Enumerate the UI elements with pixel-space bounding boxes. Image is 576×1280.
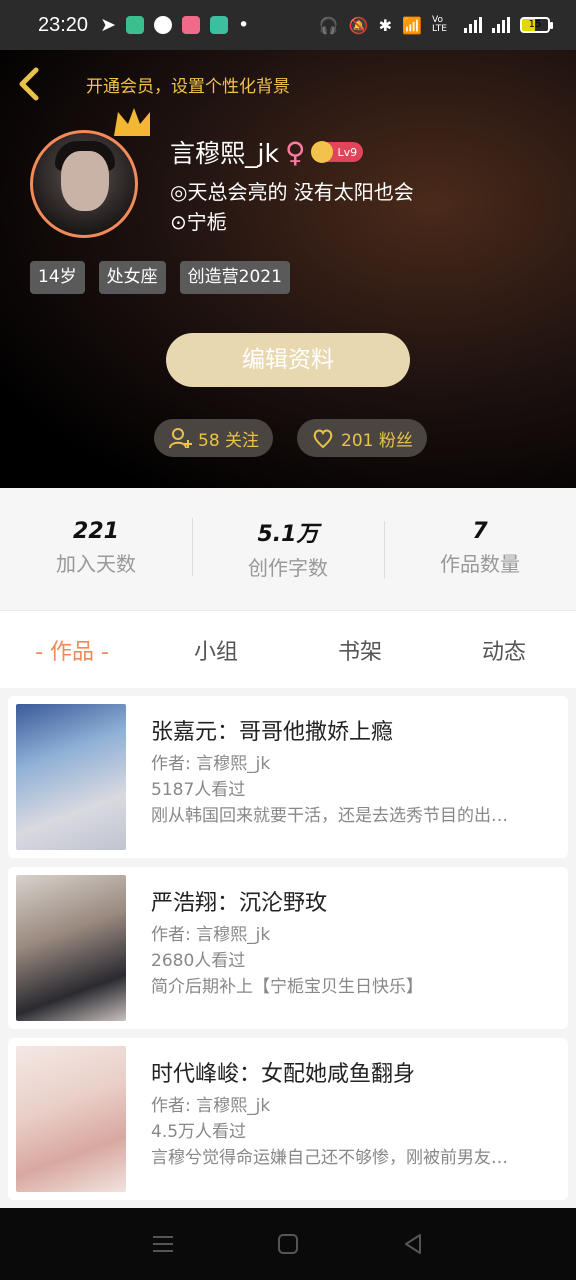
list-item[interactable]: 张嘉元：哥哥他撒娇上瘾 作者: 言穆熙_jk 5187人看过 刚从韩国回来就要干… xyxy=(8,696,568,858)
status-bar: 23:20 ➤ • 🎧 🔕 ✱ 📶 Vo LTE 15 xyxy=(0,0,576,50)
profile-location: ⊙宁栀 xyxy=(170,210,227,234)
work-title: 时代峰峻：女配她咸鱼翻身 xyxy=(151,1062,416,1087)
volte-label: Vo LTE xyxy=(432,15,447,34)
menu-icon[interactable] xyxy=(152,1234,174,1254)
add-user-icon xyxy=(169,428,192,449)
edit-profile-button[interactable]: 编辑资料 xyxy=(166,333,410,387)
work-description: 言穆兮觉得命运嫌自己还不够惨，刚被前男友… xyxy=(151,1148,508,1168)
followers-label: 201 粉丝 xyxy=(341,430,413,451)
system-icons: 🎧 🔕 ✱ 📶 Vo LTE 15 xyxy=(318,15,553,35)
back-icon[interactable] xyxy=(402,1233,424,1255)
battery-icon: 15 xyxy=(520,17,553,33)
stat-words: 5.1万 创作字数 xyxy=(192,516,384,581)
work-views: 4.5万人看过 xyxy=(151,1122,247,1142)
following-label: 58 关注 xyxy=(198,430,260,451)
content-tabs: - 作品 - 小组 书架 动态 xyxy=(0,610,576,688)
tag-zodiac: 处女座 xyxy=(98,261,166,294)
dot-icon: • xyxy=(237,14,250,36)
stat-days-value: 221 xyxy=(73,519,119,544)
work-title: 张嘉元：哥哥他撒娇上瘾 xyxy=(151,720,394,745)
work-author: 作者: 言穆熙_jk xyxy=(151,1096,271,1116)
chevron-left-icon xyxy=(19,67,39,101)
signal-icon xyxy=(464,17,482,33)
app-icon xyxy=(181,16,200,34)
tab-activity[interactable]: 动态 xyxy=(432,634,576,666)
book-cover-image xyxy=(16,875,126,1021)
profile-bio: ◎天总会亮的 没有太阳也会 xyxy=(170,180,414,204)
list-item[interactable]: 时代峰峻：女配她咸鱼翻身 作者: 言穆熙_jk 4.5万人看过 言穆兮觉得命运嫌… xyxy=(8,1038,568,1200)
wifi-icon: 📶 xyxy=(402,15,422,35)
heart-icon xyxy=(313,429,333,449)
stat-works-label: 作品数量 xyxy=(440,552,520,576)
work-views: 5187人看过 xyxy=(151,780,246,800)
tag-age: 14岁 xyxy=(30,261,85,294)
vip-banner[interactable]: 开通会员，设置个性化背景 xyxy=(86,72,290,97)
notification-icons: ➤ • xyxy=(100,14,249,36)
tab-bookshelf[interactable]: 书架 xyxy=(288,634,432,666)
profile-tags: 14岁 处女座 创造营2021 xyxy=(30,261,290,294)
tab-works[interactable]: - 作品 - xyxy=(0,634,144,666)
tag-group: 创造营2021 xyxy=(179,261,290,294)
back-button[interactable] xyxy=(14,64,48,104)
stat-works: 7 作品数量 xyxy=(384,519,576,579)
username-row: 言穆熙_jk ♀ Lv9 xyxy=(170,134,364,170)
work-views: 2680人看过 xyxy=(151,951,246,971)
avatar[interactable] xyxy=(30,130,138,238)
follow-pills: 58 关注 201 粉丝 xyxy=(154,419,427,457)
tab-groups[interactable]: 小组 xyxy=(144,634,288,666)
work-title: 严浩翔：沉沦野玫 xyxy=(151,891,328,916)
following-button[interactable]: 58 关注 xyxy=(154,419,274,457)
book-cover-image xyxy=(16,1046,126,1192)
female-icon: ♀ xyxy=(284,135,306,169)
signal-icon-2 xyxy=(492,17,510,33)
stats-row: 221 加入天数 5.1万 创作字数 7 作品数量 xyxy=(0,488,576,608)
system-nav-bar xyxy=(0,1208,576,1280)
app-icon xyxy=(209,16,228,34)
work-author: 作者: 言穆熙_jk xyxy=(151,925,271,945)
profile-header: 开通会员，设置个性化背景 言穆熙_jk ♀ Lv9 ◎天总会亮的 没有太阳也会 … xyxy=(0,50,576,488)
work-author: 作者: 言穆熙_jk xyxy=(151,754,271,774)
stat-works-value: 7 xyxy=(472,519,488,544)
stat-words-value: 5.1万 xyxy=(257,521,319,547)
work-description: 简介后期补上【宁栀宝贝生日快乐】 xyxy=(151,977,423,997)
level-badge[interactable]: Lv9 xyxy=(311,141,364,163)
headset-icon: 🎧 xyxy=(318,15,339,35)
work-description: 刚从韩国回来就要干活，还是去选秀节目的出… xyxy=(151,806,508,826)
list-item[interactable]: 严浩翔：沉沦野玫 作者: 言穆熙_jk 2680人看过 简介后期补上【宁栀宝贝生… xyxy=(8,867,568,1029)
book-cover-image xyxy=(16,704,126,850)
crown-icon xyxy=(114,108,150,136)
works-list: 张嘉元：哥哥他撒娇上瘾 作者: 言穆熙_jk 5187人看过 刚从韩国回来就要干… xyxy=(0,688,576,1208)
status-time: 23:20 xyxy=(38,13,89,36)
crown-coin-icon xyxy=(311,141,334,163)
telegram-icon: ➤ xyxy=(100,14,116,36)
mute-icon: 🔕 xyxy=(348,15,369,35)
app-icon xyxy=(125,16,144,34)
facebook-icon xyxy=(153,16,172,34)
username: 言穆熙_jk xyxy=(170,139,279,168)
bluetooth-icon: ✱ xyxy=(378,15,393,35)
followers-button[interactable]: 201 粉丝 xyxy=(297,419,427,457)
level-label: Lv9 xyxy=(337,145,358,159)
stat-days-label: 加入天数 xyxy=(56,552,136,576)
home-icon[interactable] xyxy=(277,1233,299,1255)
stat-words-label: 创作字数 xyxy=(248,555,328,580)
stat-days: 221 加入天数 xyxy=(0,519,192,577)
